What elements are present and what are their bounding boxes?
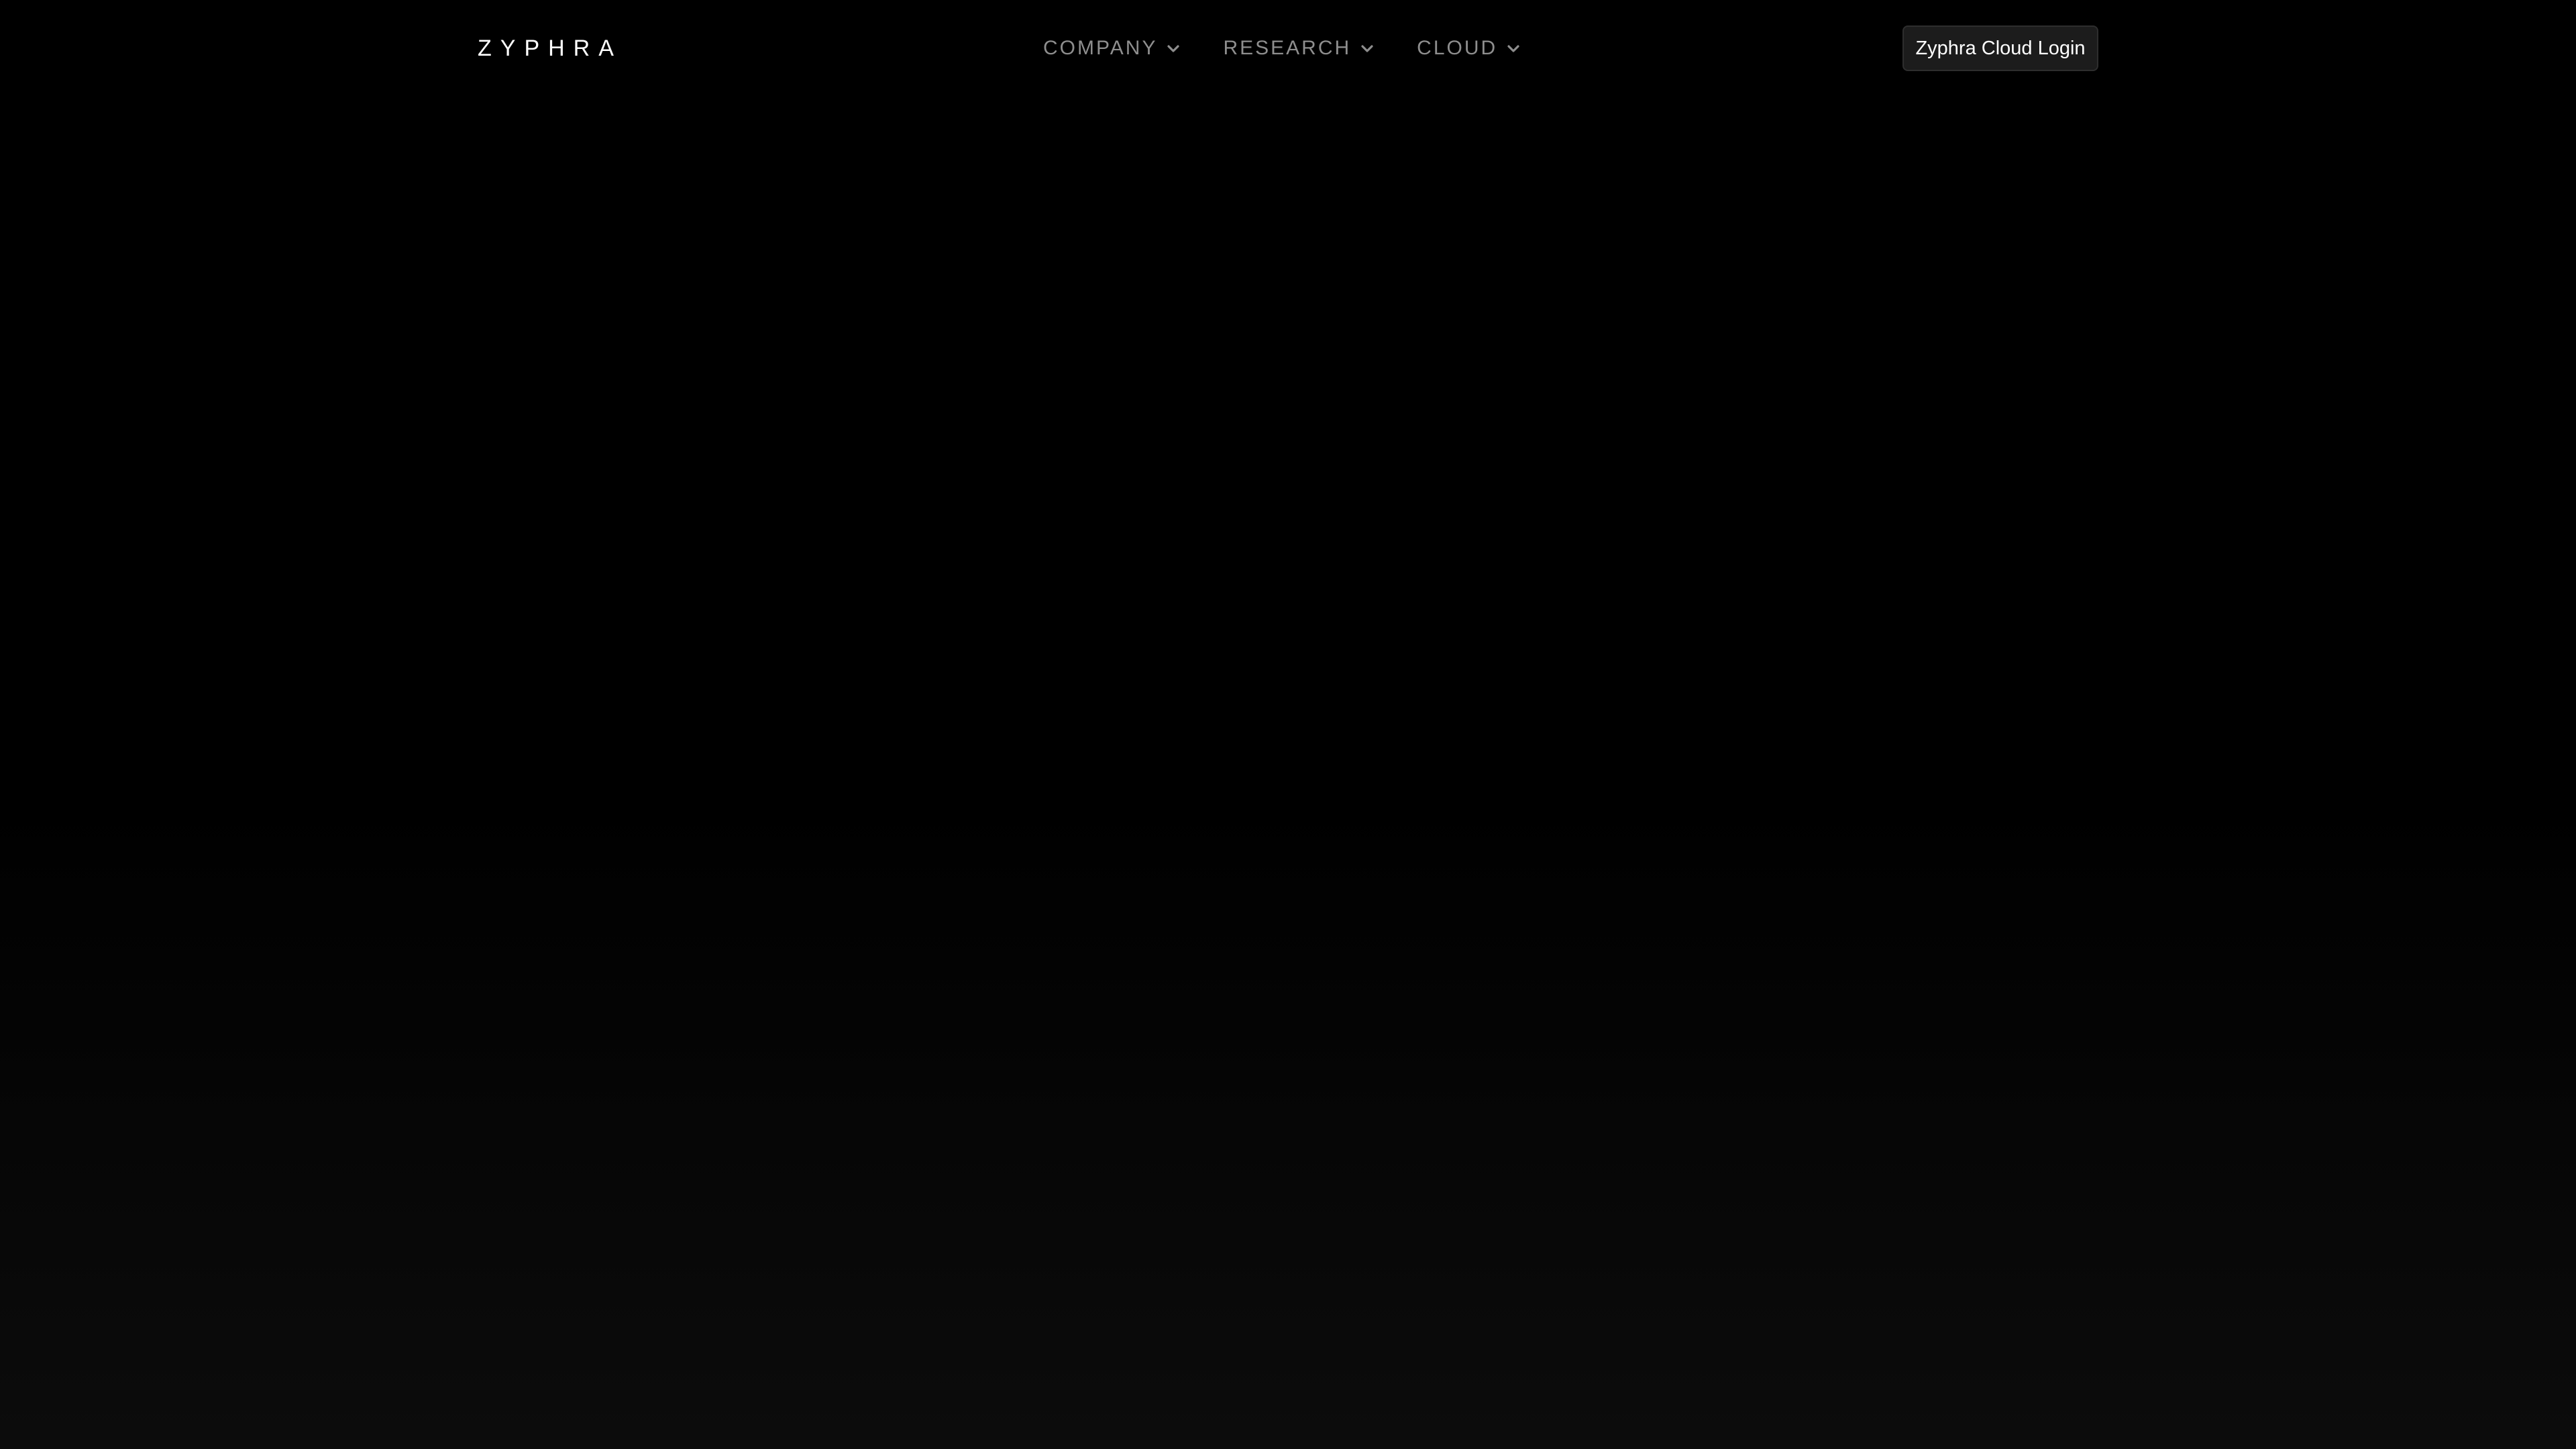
nav-item-label: CLOUD — [1417, 37, 1498, 59]
site-header: ZYPHRA COMPANY RESEARCH CLOUD Zyphra Clo… — [0, 0, 2576, 97]
nav-item-label: RESEARCH — [1223, 37, 1352, 59]
main-nav: COMPANY RESEARCH CLOUD — [1043, 32, 1521, 64]
nav-item-company[interactable]: COMPANY — [1043, 32, 1181, 64]
nav-item-label: COMPANY — [1043, 37, 1158, 59]
nav-item-cloud[interactable]: CLOUD — [1417, 32, 1521, 64]
chevron-down-icon — [1165, 40, 1181, 56]
zyphra-logo[interactable]: ZYPHRA — [478, 32, 623, 64]
page: ZYPHRA COMPANY RESEARCH CLOUD Zyphra Clo… — [0, 0, 2576, 1449]
cloud-login-button[interactable]: Zyphra Cloud Login — [1902, 25, 2098, 71]
chevron-down-icon — [1505, 40, 1521, 56]
chevron-down-icon — [1359, 40, 1375, 56]
nav-item-research[interactable]: RESEARCH — [1223, 32, 1375, 64]
hero-section — [0, 97, 2576, 1449]
